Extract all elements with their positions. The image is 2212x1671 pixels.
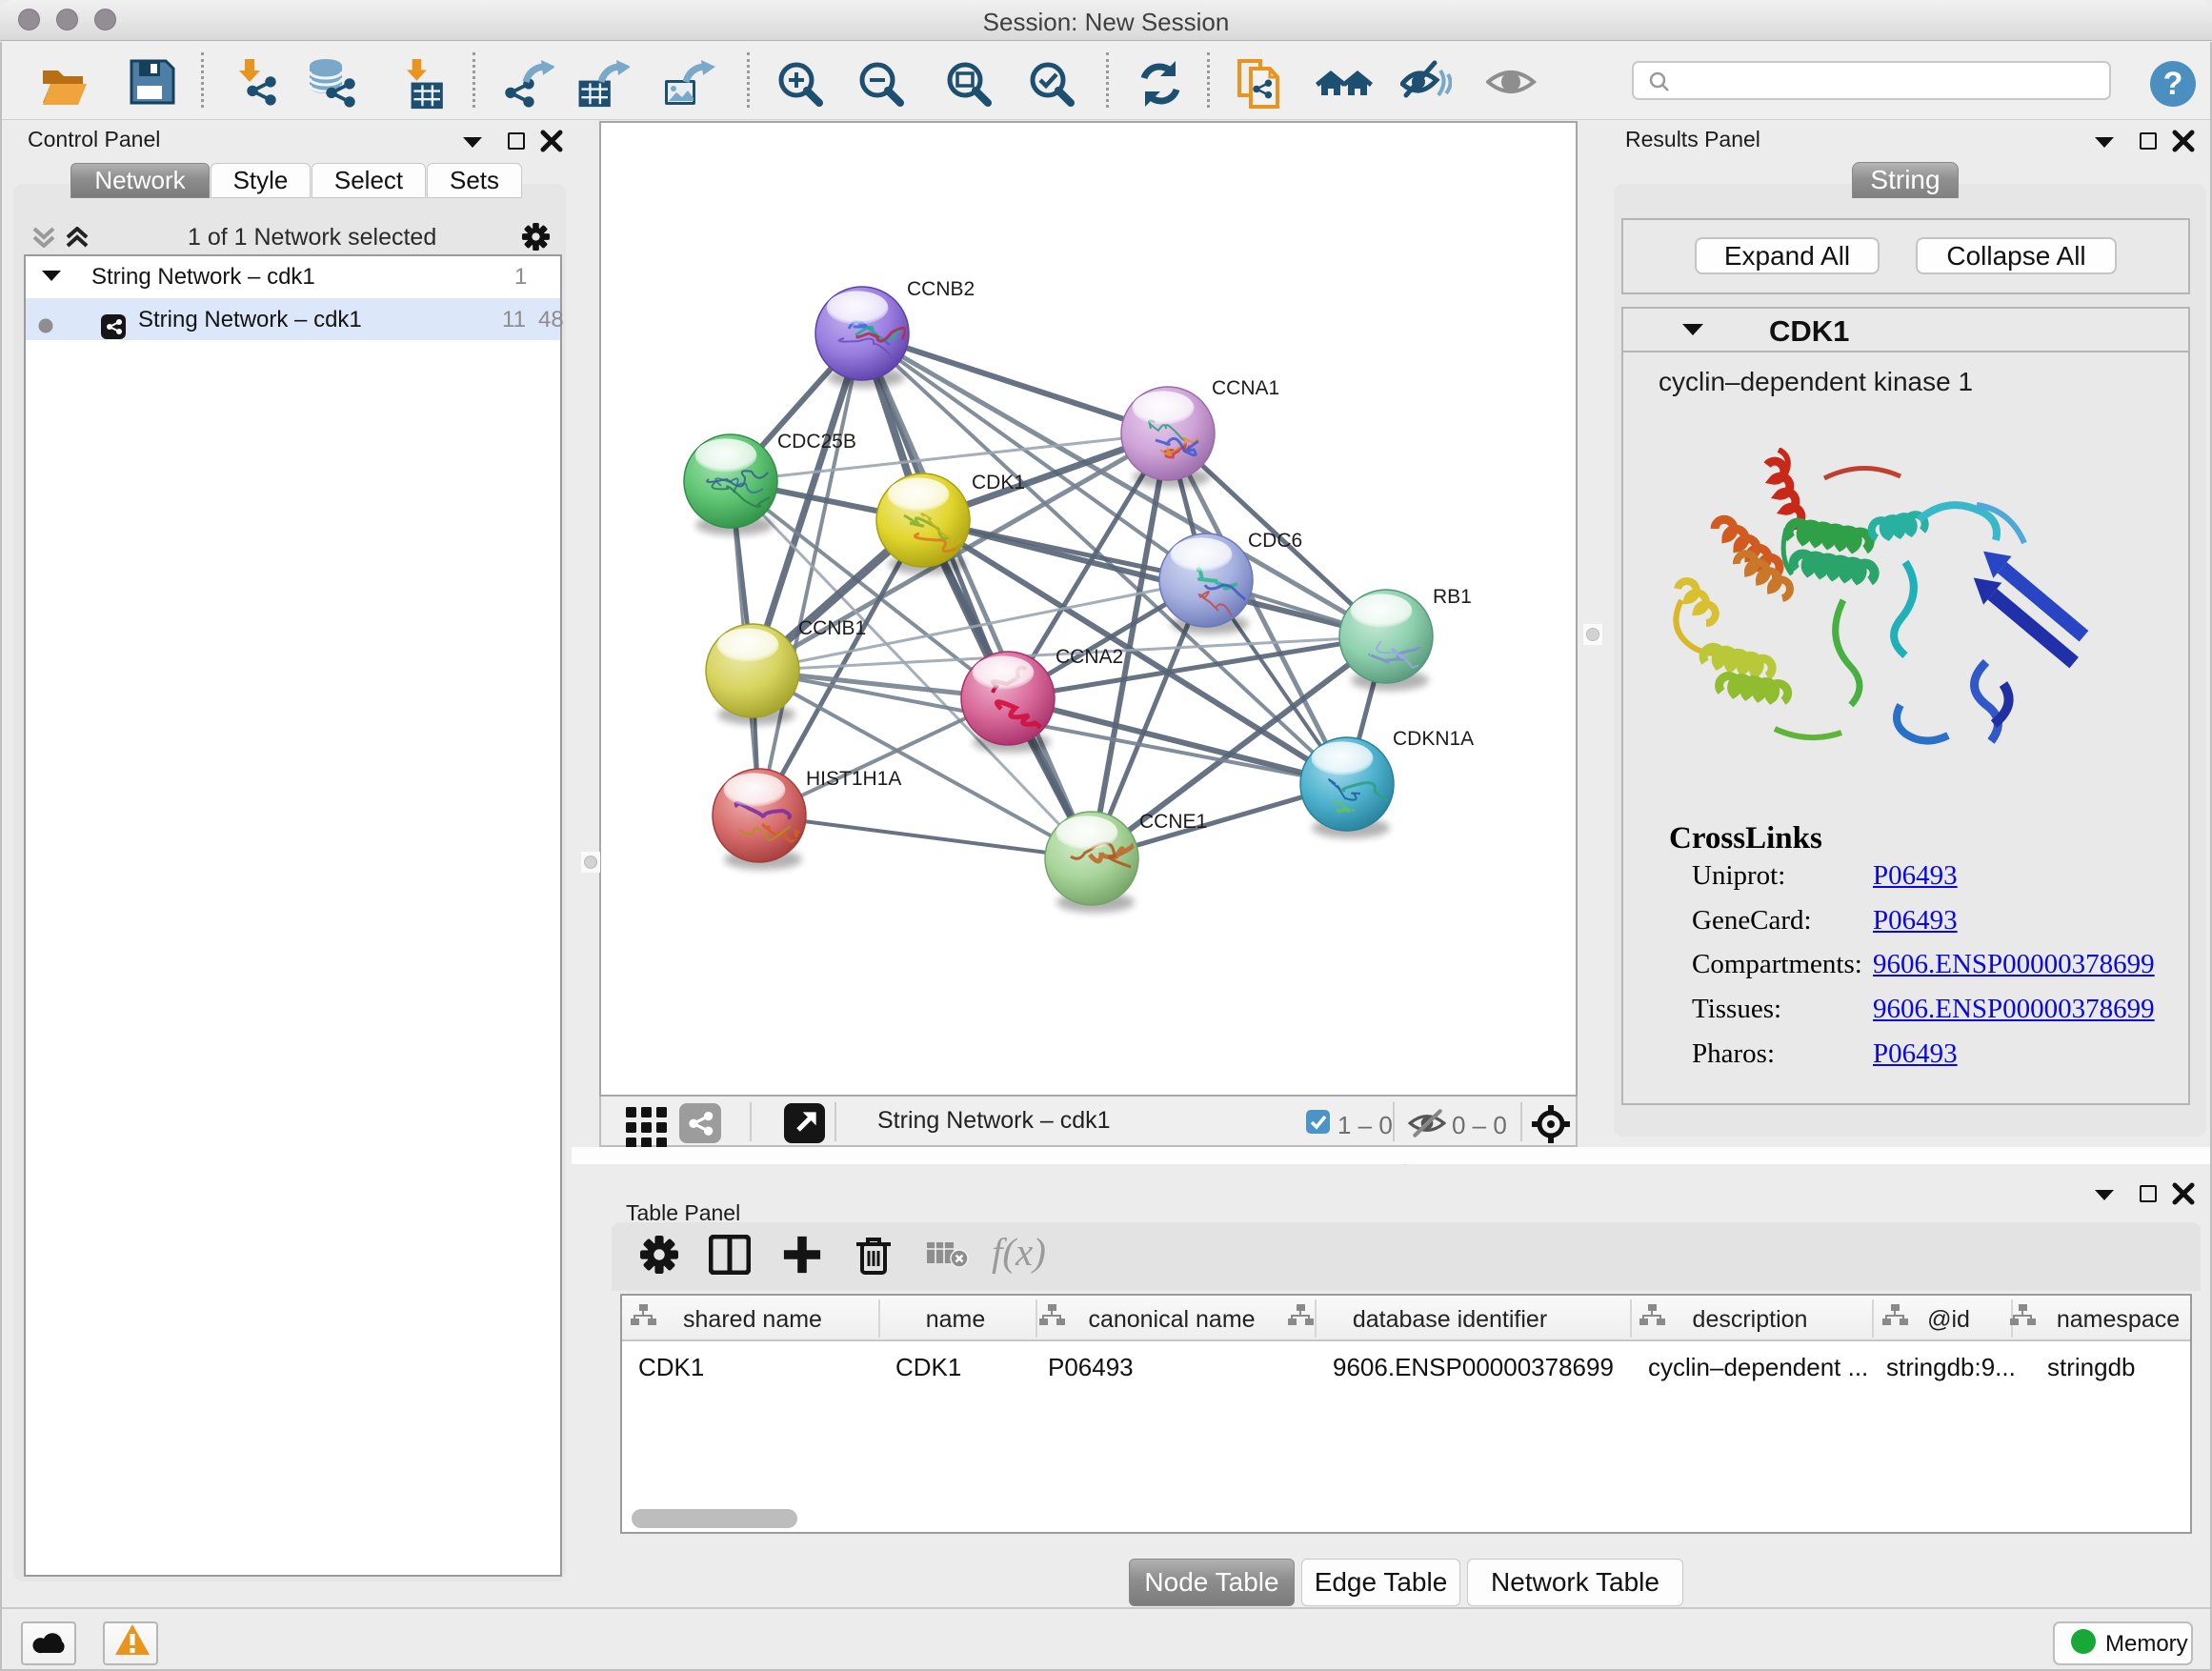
- svg-text:CDC6: CDC6: [1248, 530, 1302, 552]
- svg-text:CCNB2: CCNB2: [907, 278, 975, 300]
- svg-text:CCNE1: CCNE1: [1139, 811, 1207, 833]
- svg-text:HIST1H1A: HIST1H1A: [806, 768, 901, 790]
- svg-text:CDC25B: CDC25B: [777, 431, 856, 453]
- svg-text:CDKN1A: CDKN1A: [1393, 728, 1474, 750]
- svg-text:CCNA1: CCNA1: [1212, 377, 1279, 399]
- svg-text:CDK1: CDK1: [972, 472, 1025, 493]
- svg-text:CCNA2: CCNA2: [1056, 646, 1123, 668]
- svg-text:?: ?: [2163, 66, 2183, 102]
- svg-text:CCNB1: CCNB1: [798, 617, 866, 639]
- svg-text:RB1: RB1: [1433, 586, 1472, 608]
